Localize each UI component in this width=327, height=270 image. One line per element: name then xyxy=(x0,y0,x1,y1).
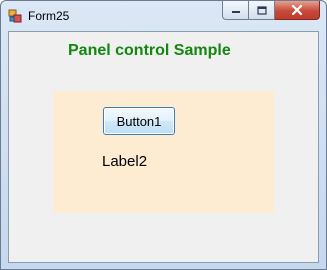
window-title: Form25 xyxy=(28,9,70,23)
button1[interactable]: Button1 xyxy=(103,107,175,135)
panel-control: Button1 Label2 xyxy=(53,91,274,213)
label2: Label2 xyxy=(102,153,148,170)
app-form-icon xyxy=(8,9,22,23)
form-client-area: Panel control Sample Button1 Label2 xyxy=(8,31,319,263)
page-title: Panel control Sample xyxy=(68,42,231,59)
close-button[interactable] xyxy=(275,1,320,20)
window-controls xyxy=(222,1,320,21)
maximize-icon xyxy=(256,5,267,15)
title-bar[interactable]: Form25 xyxy=(1,1,326,31)
close-icon xyxy=(291,5,303,15)
maximize-button[interactable] xyxy=(249,1,275,20)
minimize-icon xyxy=(231,11,240,13)
minimize-button[interactable] xyxy=(222,1,249,20)
form-window: Form25 Panel control Sample Button1 Labe… xyxy=(0,0,327,270)
